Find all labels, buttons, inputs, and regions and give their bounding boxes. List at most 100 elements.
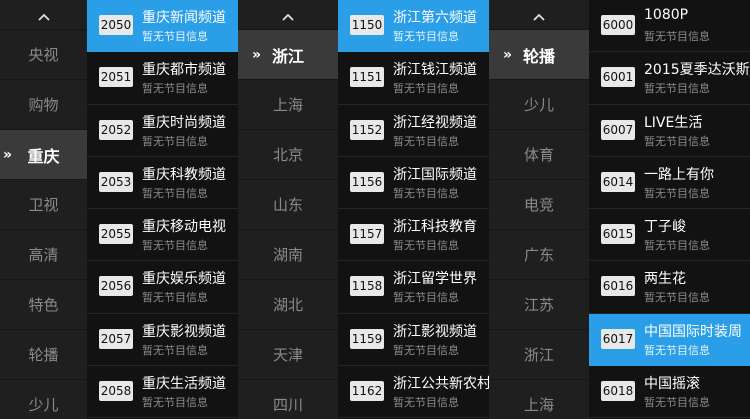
program-info: 暂无节目信息 [644, 30, 710, 43]
program-info: 暂无节目信息 [142, 239, 208, 253]
double-chevron-right-icon: » [3, 146, 12, 163]
channel-name: 重庆新闻频道 [142, 10, 226, 26]
channel-number: 6007 [601, 119, 635, 140]
channel-row[interactable]: 6015 丁子峻 暂无节目信息 [589, 209, 750, 262]
category-label: 购物 [28, 96, 59, 114]
category-item[interactable]: 特色 [0, 279, 87, 329]
channel-name: 丁子峻 [644, 219, 686, 236]
category-item[interactable]: 体育 [489, 129, 589, 179]
category-label: 上海 [272, 96, 303, 114]
channel-row-selected[interactable]: 1150 浙江第六频道 暂无节目信息 [338, 0, 489, 53]
channel-number: 6000 [601, 15, 635, 35]
channel-row[interactable]: 6001 2015夏季达沃斯 暂无节目信息 [589, 52, 750, 105]
channel-row[interactable]: 1151 浙江钱江频道 暂无节目信息 [338, 52, 489, 105]
category-item[interactable]: 浙江 [489, 329, 589, 379]
channel-row[interactable]: 6018 中国摇滚 暂无节目信息 [589, 366, 750, 419]
program-info: 暂无节目信息 [142, 291, 208, 305]
channel-row[interactable]: 2053 重庆科教频道 暂无节目信息 [87, 157, 238, 210]
category-item[interactable]: 江苏 [489, 279, 589, 329]
channel-row[interactable]: 1158 浙江留学世界 暂无节目信息 [338, 261, 489, 314]
channel-name: 重庆都市频道 [142, 62, 226, 79]
category-item[interactable]: 高清 [0, 229, 87, 279]
channel-row[interactable]: 1159 浙江影视频道 暂无节目信息 [338, 314, 489, 367]
channel-row[interactable]: 6014 一路上有你 暂无节目信息 [589, 157, 750, 210]
channel-row[interactable]: 2051 重庆都市频道 暂无节目信息 [87, 52, 238, 105]
channel-list-1: 2050 重庆新闻频道 暂无节目信息 2051 重庆都市频道 暂无节目信息 20… [87, 0, 238, 419]
category-list-1: 央视 购物 » 重庆 卫视 高清 特色 轮播 少儿 [0, 0, 87, 419]
category-item[interactable]: 上海 [238, 79, 338, 129]
channel-row[interactable]: 2058 重庆生活频道 暂无节目信息 [87, 366, 238, 419]
category-item-selected[interactable]: » 浙江 [238, 29, 338, 79]
channel-row[interactable]: 2055 重庆移动电视 暂无节目信息 [87, 209, 238, 262]
category-label: 少儿 [523, 96, 554, 114]
program-info: 暂无节目信息 [393, 291, 459, 305]
channel-name: 重庆生活频道 [142, 376, 226, 393]
category-label: 浙江 [271, 46, 304, 66]
category-label: 江苏 [523, 296, 554, 314]
category-item[interactable]: 山东 [238, 179, 338, 229]
channel-name: 浙江留学世界 [393, 271, 477, 288]
channel-row-selected[interactable]: 6017 中国国际时装周 暂无节目信息 [589, 313, 750, 367]
channel-name: 浙江第六频道 [393, 10, 477, 26]
category-item[interactable]: 轮播 [0, 329, 87, 379]
category-item[interactable]: 少儿 [489, 79, 589, 129]
category-item[interactable]: 上海 [489, 379, 589, 419]
program-info: 暂无节目信息 [644, 291, 710, 305]
program-info: 暂无节目信息 [393, 82, 459, 96]
category-item[interactable]: 广东 [489, 229, 589, 279]
category-item[interactable]: 央视 [0, 29, 87, 79]
category-item[interactable]: 天津 [238, 329, 338, 379]
channel-name: 重庆科教频道 [142, 166, 226, 183]
channel-name: 浙江钱江频道 [393, 62, 477, 79]
category-item[interactable]: 少儿 [0, 379, 87, 419]
category-item[interactable]: 电竞 [489, 179, 589, 229]
channel-name: 浙江影视频道 [393, 323, 477, 340]
category-list-2: » 浙江 上海 北京 山东 湖南 湖北 天津 四川 [238, 0, 338, 419]
program-info: 暂无节目信息 [142, 82, 208, 96]
channel-name: LIVE生活 [644, 114, 703, 131]
channel-name: 重庆影视频道 [142, 323, 226, 340]
channel-row[interactable]: 6000 1080P 暂无节目信息 [589, 0, 750, 53]
channel-name: 2015夏季达沃斯 [644, 62, 750, 79]
channel-row[interactable]: 6007 LIVE生活 暂无节目信息 [589, 105, 750, 157]
channel-row[interactable]: 6016 两生花 暂无节目信息 [589, 261, 750, 314]
double-chevron-right-icon: » [503, 46, 512, 63]
program-info: 暂无节目信息 [142, 30, 208, 43]
channel-number: 6015 [601, 224, 635, 245]
channel-number: 1152 [350, 119, 384, 140]
category-label: 轮播 [28, 346, 59, 364]
program-info: 暂无节目信息 [644, 82, 710, 96]
category-item[interactable]: 卫视 [0, 179, 87, 229]
category-item[interactable]: 湖北 [238, 279, 338, 329]
category-item[interactable]: 购物 [0, 79, 87, 129]
channel-row-selected[interactable]: 2050 重庆新闻频道 暂无节目信息 [87, 0, 238, 53]
category-item[interactable]: 湖南 [238, 229, 338, 279]
channel-row[interactable]: 1162 浙江公共新农村 暂无节目信息 [338, 366, 489, 419]
program-info: 暂无节目信息 [393, 134, 459, 148]
channel-row[interactable]: 1156 浙江国际频道 暂无节目信息 [338, 157, 489, 210]
category-label: 央视 [28, 46, 59, 64]
program-info: 暂无节目信息 [393, 343, 459, 357]
category-item[interactable]: 四川 [238, 379, 338, 419]
channel-row[interactable]: 2056 重庆娱乐频道 暂无节目信息 [87, 261, 238, 314]
channel-row[interactable]: 2057 重庆影视频道 暂无节目信息 [87, 314, 238, 367]
category-label: 少儿 [28, 396, 59, 414]
channel-name: 浙江科技教育 [393, 219, 477, 236]
channel-name: 一路上有你 [644, 166, 714, 183]
channel-row[interactable]: 2052 重庆时尚频道 暂无节目信息 [87, 105, 238, 157]
category-label: 重庆 [27, 146, 60, 166]
channel-number: 2055 [99, 224, 133, 245]
category-item[interactable]: 北京 [238, 129, 338, 179]
channel-list-2: 1150 浙江第六频道 暂无节目信息 1151 浙江钱江频道 暂无节目信息 11… [338, 0, 489, 419]
channel-name: 中国摇滚 [644, 376, 700, 393]
category-item-selected[interactable]: » 轮播 [489, 29, 589, 79]
channel-row[interactable]: 1152 浙江经视频道 暂无节目信息 [338, 105, 489, 157]
channel-number: 2056 [99, 276, 133, 297]
program-info: 暂无节目信息 [393, 186, 459, 200]
channel-number: 1157 [350, 224, 384, 245]
category-item-selected[interactable]: » 重庆 [0, 129, 87, 179]
channel-row[interactable]: 1157 浙江科技教育 暂无节目信息 [338, 209, 489, 262]
category-label: 湖北 [272, 296, 303, 314]
category-label: 山东 [272, 196, 303, 214]
channel-number: 2058 [99, 381, 133, 402]
